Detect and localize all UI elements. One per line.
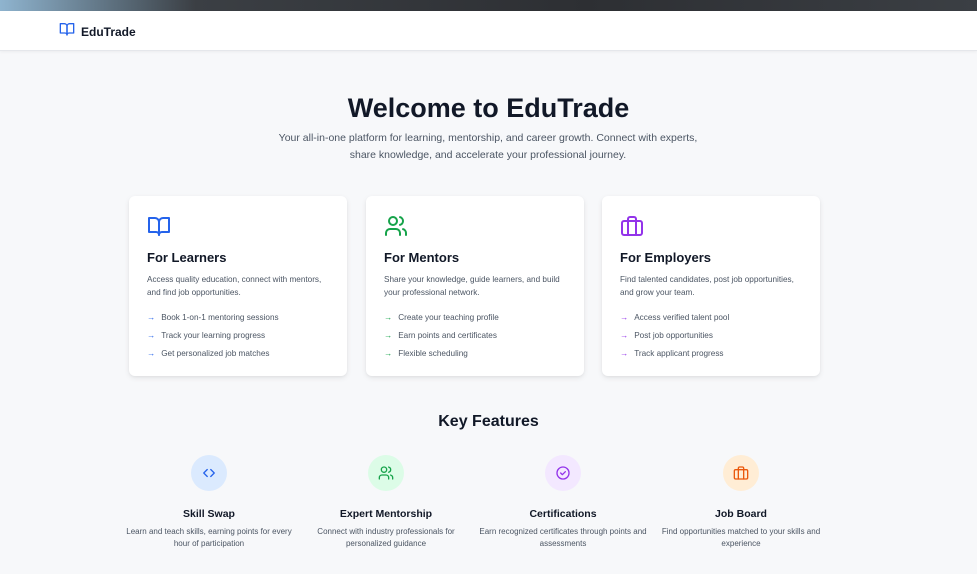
- brand-logo-link[interactable]: EduTrade: [59, 21, 136, 42]
- hero-subtitle: Your all-in-one platform for learning, m…: [278, 132, 698, 161]
- feature-title: Skill Swap: [183, 508, 235, 520]
- list-item: → Track applicant progress: [620, 345, 802, 363]
- arrow-right-icon: →: [147, 313, 156, 322]
- code-icon: [191, 455, 227, 491]
- arrow-right-icon: →: [620, 349, 629, 358]
- feature-title: Expert Mentorship: [339, 508, 433, 520]
- page-title: Welcome to EduTrade: [347, 93, 630, 123]
- top-navbar: EduTrade: [0, 11, 977, 51]
- arrow-right-icon: →: [384, 331, 393, 340]
- card-title: For Employers: [620, 250, 712, 265]
- feature-description: Earn recognized certificates through poi…: [479, 527, 647, 548]
- feature-title: Certifications: [529, 508, 597, 520]
- list-item: → Access verified talent pool: [620, 309, 802, 327]
- feature-title: Job Board: [715, 508, 767, 520]
- card-feature-list: → Book 1-on-1 mentoring sessions → Track y…: [147, 309, 329, 363]
- arrow-right-icon: →: [147, 331, 156, 340]
- list-item: → Book 1-on-1 mentoring sessions: [147, 309, 329, 327]
- users-icon: [368, 455, 404, 491]
- card-feature-list: → Access verified talent pool → Post job o…: [620, 309, 802, 363]
- card-mentors[interactable]: For Mentors Share your knowledge, guide …: [366, 196, 584, 376]
- briefcase-icon: [620, 214, 802, 242]
- list-item: → Flexible scheduling: [384, 345, 566, 363]
- arrow-right-icon: →: [620, 331, 629, 340]
- card-title: For Learners: [147, 250, 227, 265]
- arrow-right-icon: →: [384, 313, 393, 322]
- feature-certifications: Certifications Earn recognized certifica…: [473, 455, 653, 550]
- card-description: Find talented candidates, post job oppor…: [620, 275, 794, 297]
- briefcase-icon: [723, 455, 759, 491]
- book-open-icon: [59, 21, 75, 42]
- feature-description: Connect with industry professionals for …: [317, 527, 455, 548]
- feature-skill-swap: Skill Swap Learn and teach skills, earni…: [119, 455, 299, 550]
- key-features-heading: Key Features: [438, 413, 539, 430]
- badge-check-icon: [545, 455, 581, 491]
- feature-job-board: Job Board Find opportunities matched to …: [651, 455, 831, 550]
- list-item: → Earn points and certificates: [384, 327, 566, 345]
- book-open-icon: [147, 214, 329, 242]
- arrow-right-icon: →: [384, 349, 393, 358]
- feature-expert-mentorship: Expert Mentorship Connect with industry …: [296, 455, 476, 550]
- browser-top-strip: [0, 0, 977, 11]
- card-learners[interactable]: For Learners Access quality education, c…: [129, 196, 347, 376]
- card-feature-list: → Create your teaching profile → Earn poin…: [384, 309, 566, 363]
- arrow-right-icon: →: [147, 349, 156, 358]
- list-item: → Create your teaching profile: [384, 309, 566, 327]
- list-item: → Get personalized job matches: [147, 345, 329, 363]
- card-description: Access quality education, connect with m…: [147, 275, 322, 297]
- arrow-right-icon: →: [620, 313, 629, 322]
- card-employers[interactable]: For Employers Find talented candidates, …: [602, 196, 820, 376]
- card-description: Share your knowledge, guide learners, an…: [384, 275, 560, 297]
- feature-description: Learn and teach skills, earning points f…: [126, 527, 292, 548]
- list-item: → Post job opportunities: [620, 327, 802, 345]
- brand-name: EduTrade: [81, 24, 136, 39]
- list-item: → Track your learning progress: [147, 327, 329, 345]
- users-icon: [384, 214, 566, 242]
- card-title: For Mentors: [384, 250, 460, 265]
- feature-description: Find opportunities matched to your skill…: [661, 527, 821, 548]
